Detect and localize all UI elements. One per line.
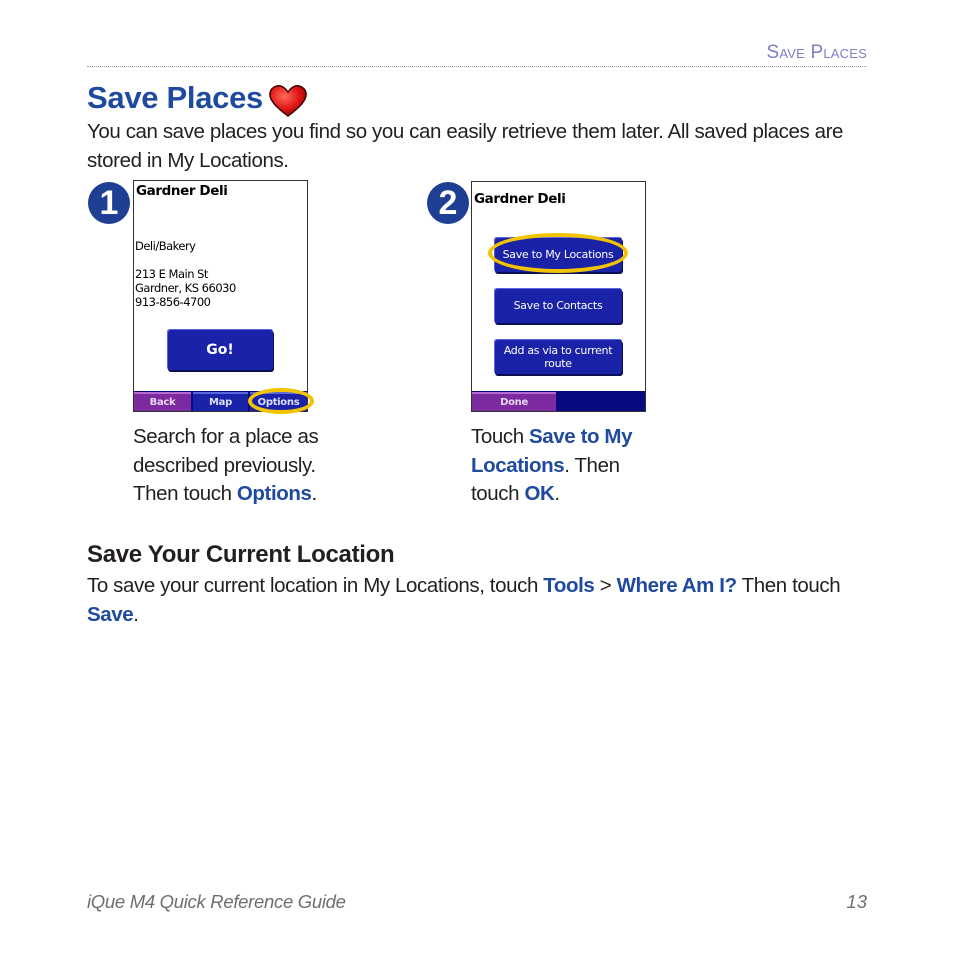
save-to-contacts-button[interactable]: Save to Contacts [494, 288, 622, 323]
softkey-bar: Done [472, 391, 645, 411]
map-softkey[interactable]: Map [193, 392, 248, 411]
section-heading: Save Your Current Location [87, 541, 395, 568]
save-to-my-locations-highlight-ring [488, 233, 628, 273]
step-2-caption: Touch Save to My Locations. Then touch O… [471, 425, 633, 505]
section-paragraph: To save your current location in My Loca… [87, 574, 841, 626]
place-phone: 913-856-4700 [135, 295, 211, 309]
options-highlight-ring [248, 388, 314, 414]
step-2-badge: 2 [427, 182, 469, 224]
keyword-options: Options [236, 482, 312, 505]
place-name: Gardner Deli [474, 191, 566, 207]
place-address-line1: 213 E Main St [135, 267, 208, 281]
place-name: Gardner Deli [136, 183, 228, 199]
intro-paragraph: You can save places you find so you can … [87, 120, 844, 172]
keyword-ok: OK [524, 482, 555, 505]
place-address-line2: Gardner, KS 66030 [135, 281, 236, 295]
device-screen-options: Gardner Deli Save to My Locations Save t… [471, 181, 646, 412]
step-1-badge: 1 [88, 182, 130, 224]
page-number: 13 [846, 891, 867, 912]
device-screen-place-details: Gardner Deli Deli/Bakery 213 E Main St G… [133, 180, 308, 412]
keyword-save: Save [87, 602, 134, 626]
keyword-tools: Tools [543, 574, 595, 597]
add-as-via-button[interactable]: Add as via to current route [494, 339, 622, 374]
go-button[interactable]: Go! [167, 329, 273, 370]
place-category: Deli/Bakery [135, 239, 196, 253]
heart-icon [269, 85, 307, 117]
keyword-where-am-i: Where Am I? [616, 574, 738, 597]
running-head: Save Places [766, 42, 867, 63]
page-title: Save Places [87, 80, 263, 115]
done-softkey[interactable]: Done [472, 392, 556, 411]
footer-guide-title: iQue M4 Quick Reference Guide [87, 891, 346, 912]
step-1-caption: Search for a place as described previous… [133, 425, 319, 505]
back-softkey[interactable]: Back [134, 392, 191, 411]
header-divider [87, 66, 867, 67]
